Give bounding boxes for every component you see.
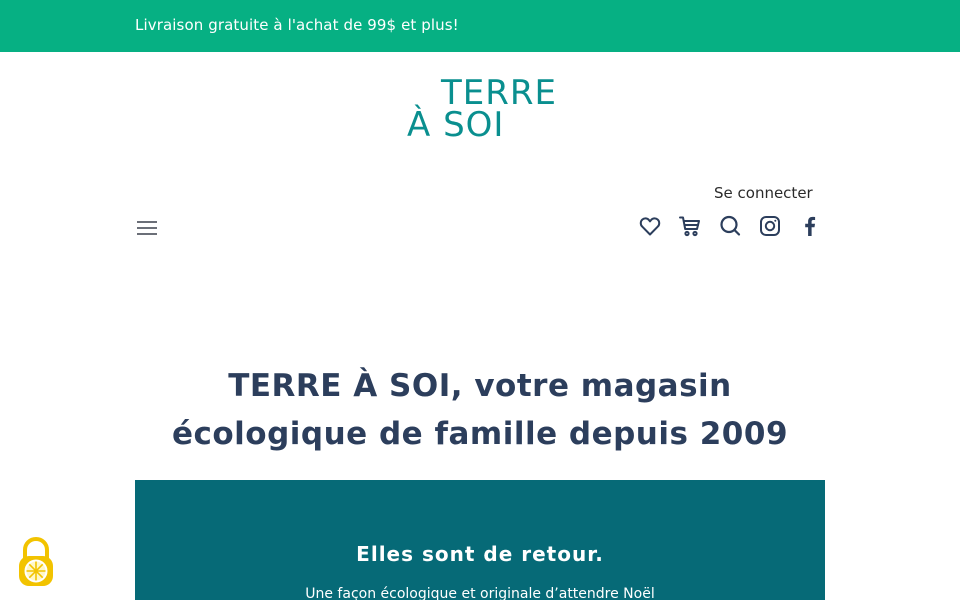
hero-title: TERRE À SOI, votre magasin écologique de… [171, 368, 789, 452]
cart-icon[interactable] [678, 214, 702, 238]
instagram-icon[interactable] [758, 214, 782, 238]
site-logo[interactable]: TERRE À SOI [405, 76, 556, 145]
promo-banner[interactable]: Elles sont de retour. Une façon écologiq… [135, 480, 825, 600]
cookie-consent-icon[interactable] [14, 536, 58, 588]
login-link[interactable]: Se connecter [714, 184, 813, 202]
logo-line-2: À SOI [407, 105, 505, 145]
heart-icon[interactable] [638, 214, 662, 238]
search-icon[interactable] [718, 214, 742, 238]
announcement-text: Livraison gratuite à l'achat de 99$ et p… [135, 16, 459, 34]
facebook-icon[interactable] [798, 214, 822, 238]
promo-subtitle: Une façon écologique et originale d’atte… [305, 586, 655, 600]
menu-icon[interactable] [137, 221, 157, 237]
announcement-bar: Livraison gratuite à l'achat de 99$ et p… [0, 0, 960, 52]
promo-title: Elles sont de retour. [356, 542, 604, 566]
